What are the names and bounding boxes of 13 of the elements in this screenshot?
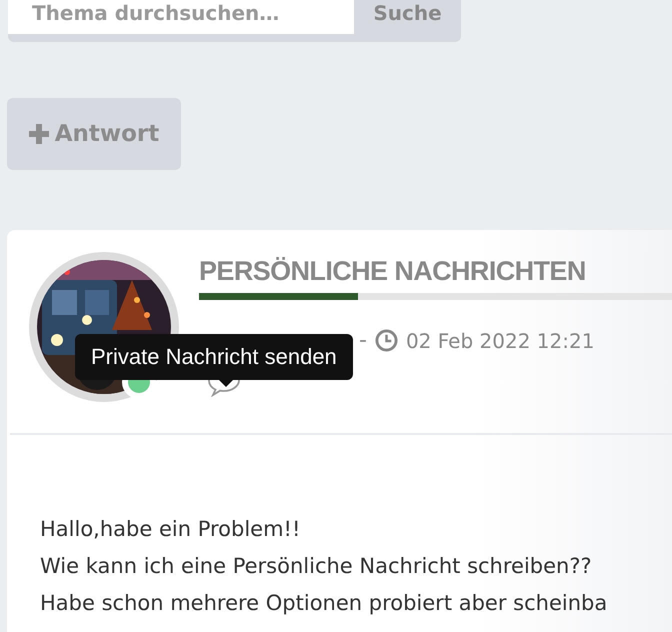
plus-icon bbox=[28, 124, 49, 144]
clock-icon bbox=[374, 329, 398, 352]
post-text: Hallo,habe ein Problem!! bbox=[40, 516, 302, 543]
separator: - bbox=[359, 328, 367, 353]
post-text: Habe schon mehrere Optionen probiert aber scheinba bbox=[40, 590, 608, 617]
post-title: PERSÖNLICHE NACHRICHTEN bbox=[199, 256, 587, 287]
search-button[interactable]: Suche bbox=[354, 0, 461, 34]
tooltip: Private Nachricht senden bbox=[75, 334, 353, 380]
post-date: 02 Feb 2022 12:21 bbox=[406, 328, 594, 352]
reply-button[interactable]: Antwort bbox=[7, 98, 181, 170]
search-field[interactable]: Thema durchsuchen… bbox=[8, 0, 354, 34]
tooltip-pointer bbox=[218, 379, 234, 387]
post-text: Wie kann ich eine Persönliche Nachricht schreiben?? bbox=[40, 553, 593, 580]
